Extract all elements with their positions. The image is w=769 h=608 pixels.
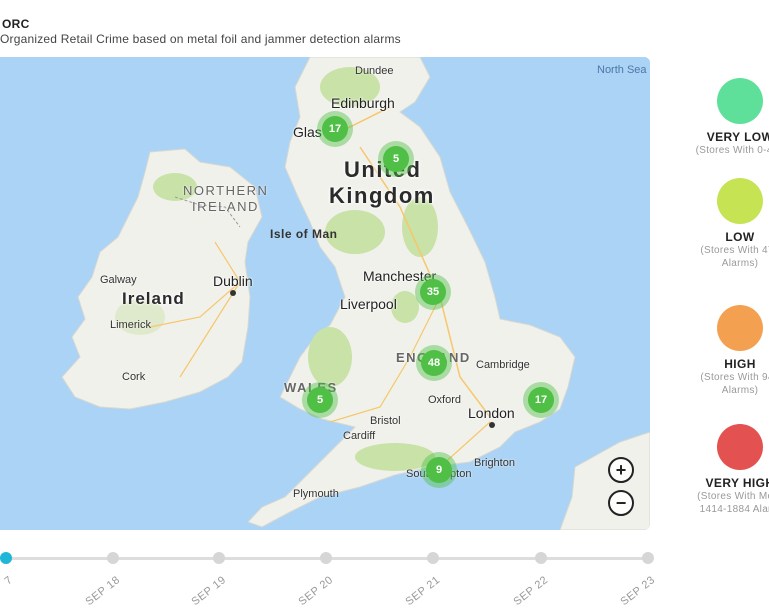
timeline-step[interactable]: [320, 552, 332, 564]
legend-very-low: VERY LOW (Stores With 0-471: [660, 78, 769, 157]
park-area: [153, 173, 197, 201]
timeline-step[interactable]: [213, 552, 225, 564]
timeline-step[interactable]: [642, 552, 654, 564]
legend-swatch: [717, 424, 763, 470]
cluster-count: 35: [420, 279, 446, 305]
park-area: [402, 197, 438, 257]
legend-desc: (Stores With 472: [700, 245, 769, 256]
timeline-label: SEP 20: [296, 574, 336, 608]
cluster-marker-east[interactable]: 17: [523, 382, 559, 418]
timeline-label: SEP 22: [511, 574, 551, 608]
dublin-marker: [230, 290, 236, 296]
legend-very-high: VERY HIGH (Stores With More 1414-1884 Al…: [660, 424, 769, 516]
timeline-step[interactable]: [535, 552, 547, 564]
legend-swatch: [717, 78, 763, 124]
cluster-count: 5: [307, 387, 333, 413]
cluster-count: 17: [322, 116, 348, 142]
legend-desc: (Stores With 943: [700, 372, 769, 383]
cluster-marker-south[interactable]: 9: [421, 452, 457, 488]
timeline-step[interactable]: [107, 552, 119, 564]
timeline-label: SEP 18: [83, 574, 123, 608]
legend-label: VERY HIGH: [705, 476, 769, 490]
legend-high: HIGH (Stores With 943 Alarms): [660, 305, 769, 397]
london-marker: [489, 422, 495, 428]
cluster-count: 17: [528, 387, 554, 413]
park-area: [115, 299, 165, 335]
cluster-count: 9: [426, 457, 452, 483]
cluster-marker-manchester[interactable]: 35: [415, 274, 451, 310]
park-area: [308, 327, 352, 387]
timeline-label: 7: [2, 574, 16, 588]
timeline-label: SEP 23: [618, 574, 658, 608]
cluster-marker-glasgow[interactable]: 17: [317, 111, 353, 147]
legend-label: VERY LOW: [706, 130, 769, 144]
park-area: [325, 210, 385, 254]
park-area: [320, 67, 380, 107]
page-subtitle: Organized Retail Crime based on metal fo…: [0, 32, 401, 46]
zoom-out-button[interactable]: −: [608, 490, 634, 516]
zoom-in-button[interactable]: +: [608, 457, 634, 483]
legend-desc: 1414-1884 Alarm: [699, 504, 769, 515]
map-view[interactable]: North Sea Dundee Edinburgh Glas United K…: [0, 57, 650, 530]
legend-swatch: [717, 178, 763, 224]
legend-desc: Alarms): [721, 258, 759, 269]
timeline-step[interactable]: [0, 552, 12, 564]
timeline-label: SEP 19: [189, 574, 229, 608]
timeline-label: SEP 21: [403, 574, 443, 608]
legend-label: HIGH: [724, 357, 756, 371]
legend-label: LOW: [725, 230, 755, 244]
cluster-count: 5: [383, 146, 409, 172]
legend-desc: (Stores With 0-471: [695, 145, 769, 156]
cluster-count: 48: [421, 350, 447, 376]
page-title: ORC: [2, 17, 30, 31]
timeline-step[interactable]: [427, 552, 439, 564]
legend-desc: Alarms): [721, 385, 759, 396]
legend-low: LOW (Stores With 472 Alarms): [660, 178, 769, 270]
cluster-marker-wales[interactable]: 5: [302, 382, 338, 418]
cluster-marker-north[interactable]: 5: [378, 141, 414, 177]
legend-desc: (Stores With More: [697, 491, 769, 502]
legend-swatch: [717, 305, 763, 351]
cluster-marker-midlands[interactable]: 48: [416, 345, 452, 381]
